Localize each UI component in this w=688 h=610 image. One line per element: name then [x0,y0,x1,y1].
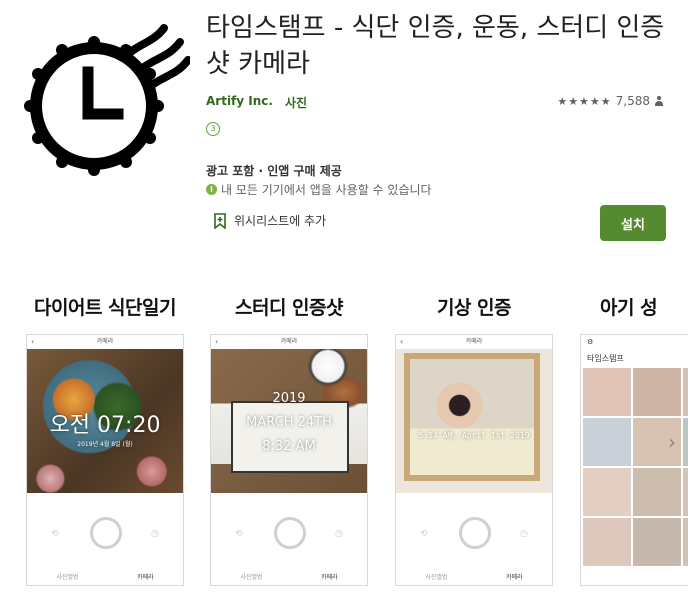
grid-photo[interactable] [683,518,688,566]
timestamp-text: 5:14 AM, April 1st 2019 [418,431,530,440]
screenshot-caption: 스터디 인증샷 [235,297,344,319]
phone-header-title: 카메라 [96,338,114,345]
photo-grid [581,368,688,566]
phone-header: ‹ 카메라 [396,335,552,349]
flip-camera-icon[interactable]: ⟲ [51,529,61,539]
phone-header: ‹ 카메라 [211,335,367,349]
timestamp-year: 2019 [272,391,306,406]
tab-camera[interactable]: 카메라 [137,572,154,581]
bookmark-add-icon [214,212,226,229]
gallery-title: 타임스탬프 [587,354,624,363]
timestamp-date: MARCH 24TH [246,415,332,430]
back-icon: ‹ [400,337,404,346]
grid-photo[interactable] [683,468,688,516]
back-icon: ‹ [215,337,219,346]
app-title: 타임스탬프 - 식단 인증, 운동, 스터디 인증샷 카메라 [206,13,665,79]
study-photo: 2019 MARCH 24TH 8:32 AM [211,349,367,493]
phone-frame: ‹ 카메라 2019 MARCH 24TH 8:32 AM ⟲ ◷ 사진앨범 카… [210,334,368,586]
phone-header: ‹ 카메라 [27,335,183,349]
tab-album[interactable]: 사진앨범 [425,572,447,581]
camera-controls: ⟲ ◷ [27,513,183,553]
developer-row: Artify Inc. 사진 [206,94,307,111]
tab-camera[interactable]: 카메라 [506,572,523,581]
back-icon: ‹ [31,337,35,346]
wishlist-label: 위시리스트에 추가 [234,214,327,228]
compatibility-text: 내 모든 기기에서 앱을 사용할 수 있습니다 [221,183,432,197]
rating-count: 7,588 [615,94,650,108]
grid-photo[interactable] [683,368,688,416]
grid-photo[interactable] [633,368,681,416]
grid-photo[interactable] [633,468,681,516]
shutter-button[interactable] [274,517,306,549]
compatibility-notice: i 내 모든 기기에서 앱을 사용할 수 있습니다 [206,181,432,198]
camera-controls: ⟲ ◷ [211,513,367,553]
screenshot-caption: 기상 인증 [436,297,512,319]
developer-link[interactable]: Artify Inc. [206,94,273,111]
grid-photo[interactable] [583,518,631,566]
shutter-button[interactable] [90,517,122,549]
screenshot-caption: 아기 성 [600,297,658,319]
mirror [404,353,540,481]
ads-info: 광고 포함 · 인앱 구매 제공 [206,164,342,178]
tab-album[interactable]: 사진앨범 [56,572,78,581]
timer-icon[interactable]: ◷ [151,529,161,539]
flip-camera-icon[interactable]: ⟲ [420,529,430,539]
tab-album[interactable]: 사진앨범 [240,572,262,581]
add-to-wishlist-button[interactable]: 위시리스트에 추가 [214,212,326,229]
phone-frame: ⚙ 타임스탬프 [580,334,688,586]
flip-camera-icon[interactable]: ⟲ [235,529,245,539]
screenshot-3[interactable]: 기상 인증 ‹ 카메라 5:14 AM, April 1st 2019 ⟲ ◷ … [389,290,559,586]
content-rating-badge: 3 [206,122,220,136]
person-icon [654,95,664,107]
timer-icon[interactable]: ◷ [335,529,345,539]
grid-photo[interactable] [583,368,631,416]
camera-controls: ⟲ ◷ [396,513,552,553]
timestamp-date: 2019년 4월 8일 (월) [77,441,133,448]
bottom-tabs: 사진앨범 카메라 [211,572,367,581]
screenshot-1[interactable]: 다이어트 식단일기 ‹ 카메라 오전 07:20 2019년 4월 8일 (월)… [20,290,190,586]
settings-icon[interactable]: ⚙ [581,335,688,349]
food-photo: 오전 07:20 2019년 4월 8일 (월) [27,349,183,493]
mirror-photo: 5:14 AM, April 1st 2019 [396,349,552,493]
screenshot-2[interactable]: 스터디 인증샷 ‹ 카메라 2019 MARCH 24TH 8:32 AM ⟲ … [204,290,374,586]
screenshot-caption: 다이어트 식단일기 [34,297,176,319]
phone-frame: ‹ 카메라 오전 07:20 2019년 4월 8일 (월) ⟲ ◷ 사진앨범 … [26,334,184,586]
shutter-button[interactable] [459,517,491,549]
grid-photo[interactable] [583,418,631,466]
timestamp-time: 오전 07:20 [49,413,161,438]
info-icon: i [206,184,217,195]
screenshot-carousel[interactable]: 다이어트 식단일기 ‹ 카메라 오전 07:20 2019년 4월 8일 (월)… [0,290,688,610]
install-button[interactable]: 설치 [600,205,666,241]
tab-camera[interactable]: 카메라 [321,572,338,581]
phone-header-title: 카메라 [465,338,483,345]
timestamp-time: 8:32 AM [262,439,316,454]
timer-icon[interactable]: ◷ [520,529,530,539]
notebook [231,401,349,473]
rating-stars: ★★★★★ [557,94,612,108]
grid-photo[interactable] [683,418,688,466]
phone-header-title: 카메라 [280,338,298,345]
phone-frame: ‹ 카메라 5:14 AM, April 1st 2019 ⟲ ◷ 사진앨범 카… [395,334,553,586]
next-arrow-icon[interactable]: › [668,430,676,454]
grid-photo[interactable] [633,518,681,566]
rating: ★★★★★ 7,588 [557,94,664,108]
category-link[interactable]: 사진 [285,94,307,111]
bottom-tabs: 사진앨범 카메라 [396,572,552,581]
grid-photo[interactable] [583,468,631,516]
app-icon [24,24,190,176]
bottom-tabs: 사진앨범 카메라 [27,572,183,581]
